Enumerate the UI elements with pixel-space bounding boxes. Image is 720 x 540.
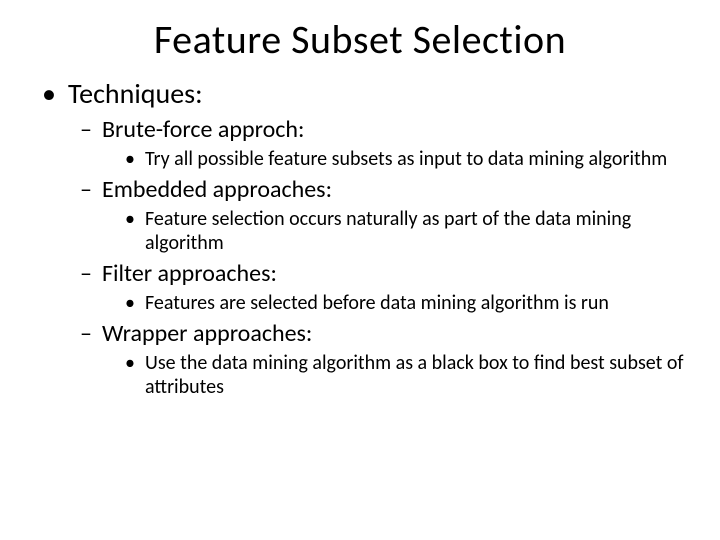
- technique-label: Embedded approaches:: [80, 175, 690, 204]
- technique-detail: Try all possible feature subsets as inpu…: [125, 147, 690, 171]
- technique-detail: Use the data mining algorithm as a black…: [125, 351, 690, 399]
- technique-label: Wrapper approaches:: [80, 319, 690, 348]
- technique-label: Brute-force approch:: [80, 115, 690, 144]
- technique-detail: Features are selected before data mining…: [125, 291, 690, 315]
- techniques-heading: Techniques:: [40, 76, 690, 111]
- technique-label: Filter approaches:: [80, 259, 690, 288]
- slide-title: Feature Subset Selection: [30, 15, 690, 64]
- technique-detail: Feature selection occurs naturally as pa…: [125, 207, 690, 255]
